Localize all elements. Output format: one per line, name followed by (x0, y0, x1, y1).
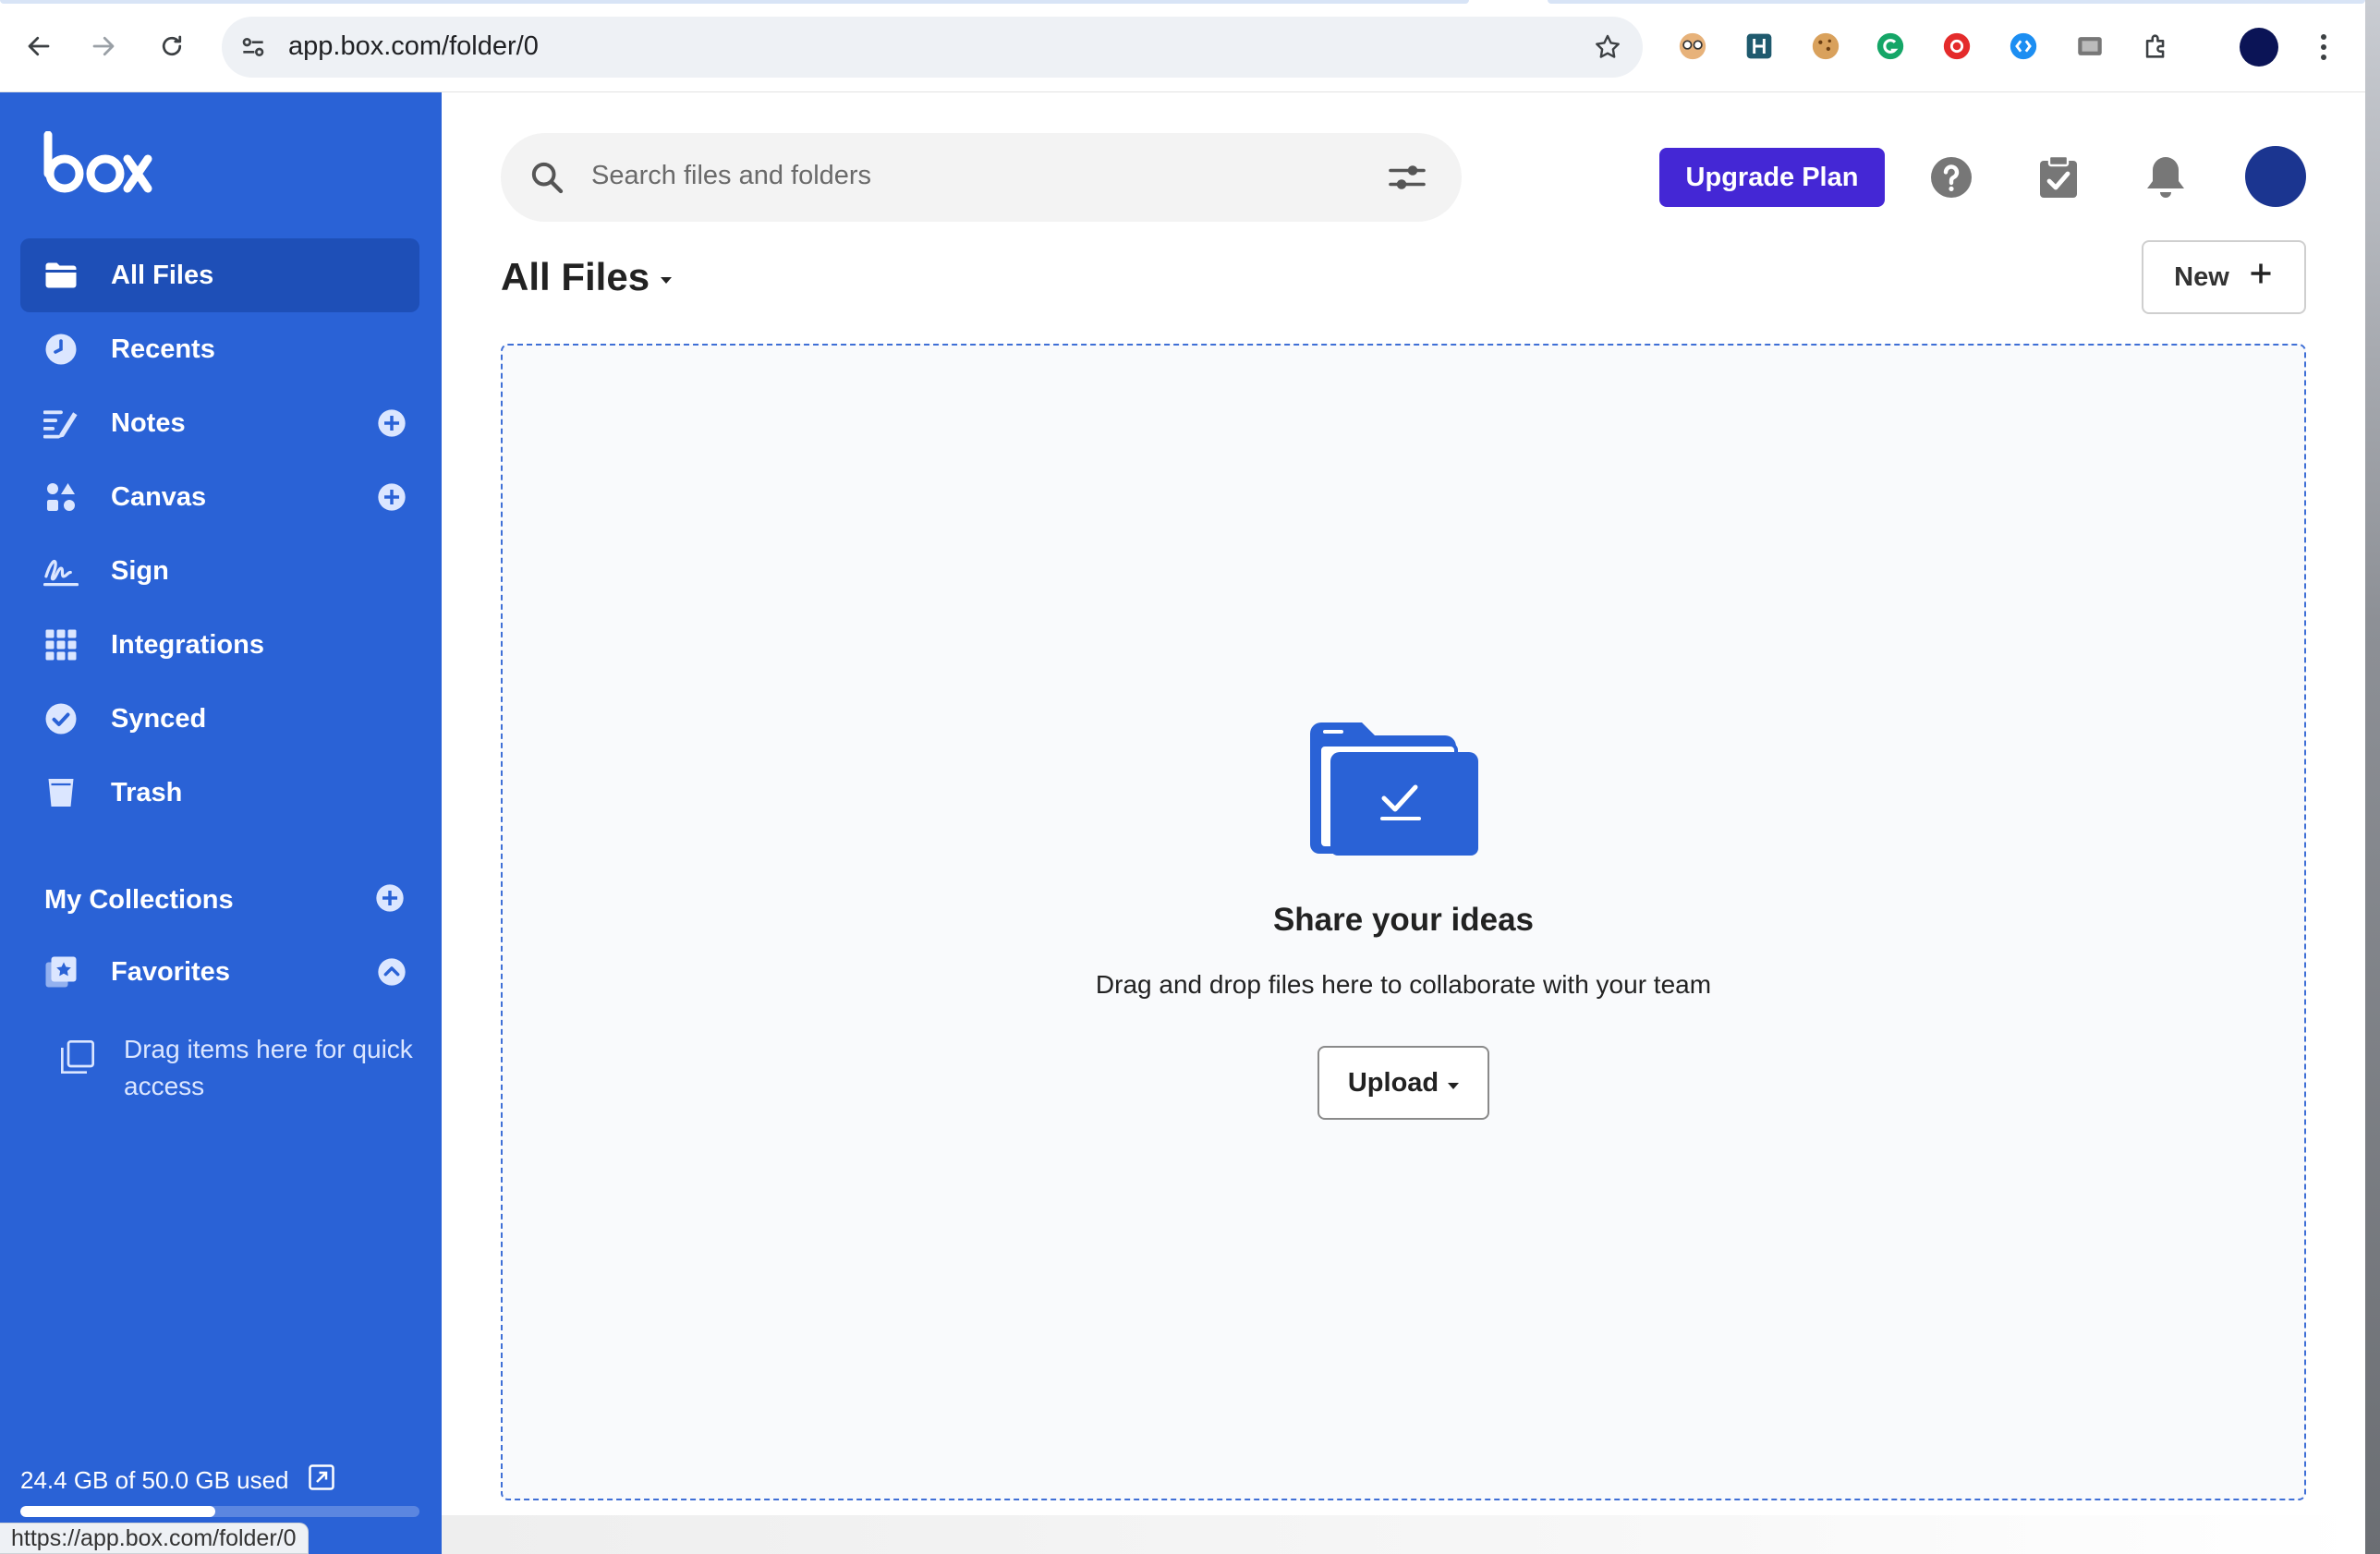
search-input[interactable] (591, 161, 1330, 191)
drag-hint-text: Drag items here for quick access (124, 1035, 413, 1100)
tasks-clipboard-icon[interactable] (2033, 152, 2084, 203)
storage-progress-fill (20, 1506, 215, 1517)
user-avatar[interactable] (2245, 146, 2306, 207)
search-icon (528, 159, 565, 200)
page-title[interactable]: All Files (501, 255, 673, 299)
search-bar[interactable] (501, 133, 1462, 222)
extension-h-icon[interactable] (1741, 28, 1778, 65)
extensions-puzzle-icon[interactable] (2138, 28, 2175, 65)
extension-record-icon[interactable] (1938, 28, 1975, 65)
browser-toolbar: app.box.com/folder/0 (0, 0, 2365, 92)
page-title-text: All Files (501, 255, 650, 298)
upload-button[interactable]: Upload (1318, 1046, 1489, 1120)
chevron-down-icon (661, 276, 673, 284)
help-icon[interactable] (1925, 152, 1977, 203)
storage-text: 24.4 GB of 50.0 GB used (20, 1466, 289, 1494)
sidebar-item-label: Notes (111, 408, 186, 438)
canvas-icon (42, 479, 79, 516)
favorites-star-icon (42, 953, 79, 990)
box-logo[interactable] (41, 130, 155, 199)
sidebar-item-sign[interactable]: Sign (20, 534, 419, 608)
folder-icon (42, 257, 79, 294)
url-text[interactable]: app.box.com/folder/0 (288, 31, 539, 62)
notes-icon (42, 405, 79, 442)
sidebar-item-label: Favorites (111, 957, 230, 987)
sidebar-item-label: Synced (111, 704, 207, 734)
new-button[interactable]: New (2142, 240, 2306, 314)
forward-button[interactable] (81, 24, 126, 68)
browser-status-url: https://app.box.com/folder/0 (0, 1523, 309, 1554)
reload-icon (162, 35, 182, 56)
reload-button[interactable] (150, 24, 194, 68)
browser-profile-avatar[interactable] (2240, 28, 2278, 67)
collapse-favorites-icon[interactable] (377, 957, 407, 987)
file-drop-zone[interactable]: Share your ideas Drag and drop files her… (501, 344, 2306, 1500)
add-note-icon[interactable] (377, 408, 407, 438)
sidebar-item-label: Sign (111, 556, 169, 586)
tab-strip-indicator-2 (1548, 0, 2365, 4)
upgrade-plan-button[interactable]: Upgrade Plan (1659, 148, 1885, 207)
main-content: Upgrade Plan All Files New Share (442, 92, 2365, 1554)
sidebar-item-label: Canvas (111, 482, 207, 512)
new-button-label: New (2174, 261, 2229, 292)
tab-strip-indicator (0, 0, 1469, 4)
background-window-edge (2365, 0, 2380, 1554)
back-button[interactable] (17, 24, 61, 68)
extension-cookie-icon[interactable] (1807, 28, 1844, 65)
grid-icon (42, 626, 79, 663)
notifications-bell-icon[interactable] (2140, 152, 2192, 203)
sidebar-item-canvas[interactable]: Canvas (20, 460, 419, 534)
sidebar-item-notes[interactable]: Notes (20, 386, 419, 460)
empty-state-title: Share your ideas (1272, 902, 1535, 938)
sidebar-item-synced[interactable]: Synced (20, 682, 419, 756)
address-bar[interactable]: app.box.com/folder/0 (222, 17, 1643, 78)
external-link-icon[interactable] (308, 1463, 335, 1498)
sidebar-item-label: Integrations (111, 630, 264, 660)
trash-icon (42, 774, 79, 811)
sidebar-item-all-files[interactable]: All Files (20, 238, 419, 312)
add-canvas-icon[interactable] (377, 482, 407, 512)
bottom-shadow (442, 1515, 2365, 1554)
sidebar-item-label: Trash (111, 778, 183, 807)
extension-glasses-icon[interactable] (1674, 28, 1711, 65)
copy-icon (59, 1038, 96, 1080)
plus-icon (2248, 261, 2274, 294)
arrow-right-icon (92, 36, 115, 56)
extension-grammarly-icon[interactable] (1872, 28, 1909, 65)
extension-shazam-icon[interactable] (2005, 28, 2042, 65)
search-filter-icon[interactable] (1388, 161, 1427, 199)
sidebar-item-trash[interactable]: Trash (20, 756, 419, 830)
sidebar-item-label: All Files (111, 261, 214, 290)
sidebar-item-favorites[interactable]: Favorites (20, 935, 419, 1009)
sidebar-item-recents[interactable]: Recents (20, 312, 419, 386)
upload-button-label: Upload (1347, 1067, 1439, 1098)
empty-state-subtitle: Drag and drop files here to collaborate … (1095, 970, 1712, 999)
shared-folder-icon (1305, 719, 1480, 862)
bookmark-star-icon[interactable] (1593, 32, 1622, 67)
check-circle-icon (42, 700, 79, 737)
signature-icon (42, 552, 79, 589)
chevron-down-icon (1448, 1082, 1460, 1089)
storage-progress-bar (20, 1506, 419, 1517)
sidebar-item-label: Recents (111, 334, 215, 364)
clock-icon (42, 331, 79, 368)
add-collection-icon[interactable] (375, 883, 405, 913)
site-settings-icon[interactable] (238, 32, 268, 67)
my-collections-title[interactable]: My Collections (44, 885, 234, 916)
arrow-left-icon (28, 36, 50, 56)
browser-menu-icon[interactable] (2310, 28, 2338, 67)
sidebar-item-integrations[interactable]: Integrations (20, 608, 419, 682)
sidebar: All Files Recents Notes Canvas Sign Inte… (0, 92, 442, 1554)
storage-usage[interactable]: 24.4 GB of 50.0 GB used (20, 1463, 335, 1498)
extension-film-icon[interactable] (2071, 28, 2108, 65)
